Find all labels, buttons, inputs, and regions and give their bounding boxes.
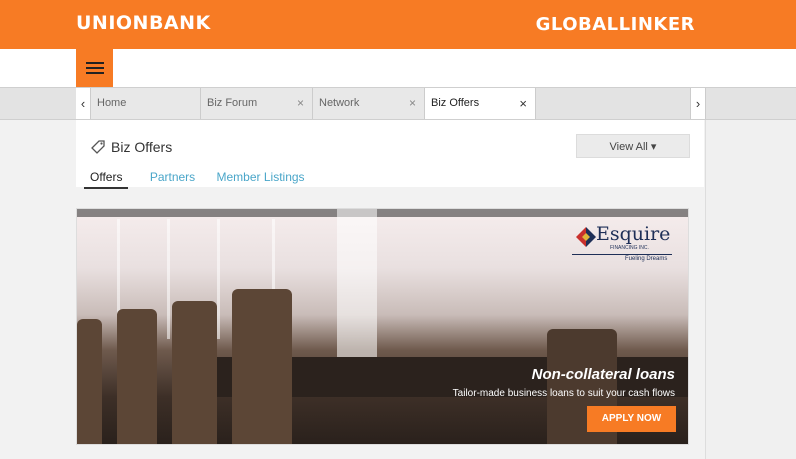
tab-strip: ‹ Home Biz Forum × Network × Biz Offers …: [0, 87, 796, 120]
close-icon[interactable]: ×: [409, 88, 416, 119]
banner-window-frame: [217, 219, 220, 339]
apply-now-button[interactable]: APPLY NOW: [587, 406, 676, 432]
esquire-tagline: Fueling Dreams: [625, 256, 668, 262]
hamburger-menu-button[interactable]: [76, 49, 113, 87]
subtab-offers[interactable]: Offers: [84, 170, 129, 189]
tab-label: Network: [319, 97, 360, 109]
page-title-text: Biz Offers: [111, 139, 173, 155]
tab-biz-forum[interactable]: Biz Forum ×: [201, 88, 313, 119]
banner-headline: Non-collateral loans: [531, 366, 675, 383]
banner-chair: [117, 309, 157, 444]
page-title: Biz Offers: [90, 139, 172, 155]
tab-label: Biz Offers: [431, 97, 480, 109]
esquire-fin: FINANCING INC.: [610, 245, 649, 251]
banner-chair: [232, 289, 292, 444]
banner-pillar: [337, 209, 377, 359]
close-icon[interactable]: ×: [297, 88, 304, 119]
subtab-member-listings[interactable]: Member Listings: [217, 170, 305, 187]
tab-biz-offers[interactable]: Biz Offers ×: [425, 88, 536, 119]
esquire-name: Esquire: [596, 223, 671, 245]
banner-ceiling: [77, 209, 688, 217]
globallinker-logo[interactable]: GLOBALLINKER: [536, 14, 695, 35]
esquire-mark-icon: [576, 227, 596, 247]
tab-scroll-right-button[interactable]: ›: [690, 88, 706, 119]
banner-chair: [77, 319, 102, 444]
esquire-divider: [572, 254, 672, 255]
hamburger-icon-bar: [86, 67, 104, 69]
biz-offers-header: Biz Offers View All ▾ Offers Partners Me…: [76, 120, 704, 189]
top-header: UNIONBANK GLOBALLINKER: [0, 0, 796, 49]
close-icon[interactable]: ×: [519, 88, 527, 119]
banner-subline: Tailor-made business loans to suit your …: [452, 388, 675, 399]
banner-chair: [172, 301, 217, 444]
banner-window-frame: [167, 219, 170, 339]
tab-home[interactable]: Home: [91, 88, 201, 119]
esquire-logo: Esquire FINANCING INC. Fueling Dreams: [570, 219, 676, 262]
sub-tabs: Offers Partners Member Listings: [84, 170, 323, 189]
tab-network[interactable]: Network ×: [313, 88, 425, 119]
view-all-dropdown[interactable]: View All ▾: [576, 134, 690, 158]
subtab-partners[interactable]: Partners: [150, 170, 195, 187]
tab-label: Home: [97, 97, 127, 109]
unionbank-logo[interactable]: UNIONBANK: [76, 12, 211, 34]
hamburger-icon: [86, 62, 104, 64]
secondary-bar: [0, 49, 796, 87]
hamburger-icon-bar: [86, 72, 104, 74]
right-sidebar: [705, 120, 796, 459]
tag-icon: [91, 140, 105, 154]
tab-scroll-left-button[interactable]: ‹: [76, 88, 91, 119]
tab-label: Biz Forum: [207, 97, 258, 109]
offer-banner[interactable]: Esquire FINANCING INC. Fueling Dreams No…: [76, 208, 689, 445]
